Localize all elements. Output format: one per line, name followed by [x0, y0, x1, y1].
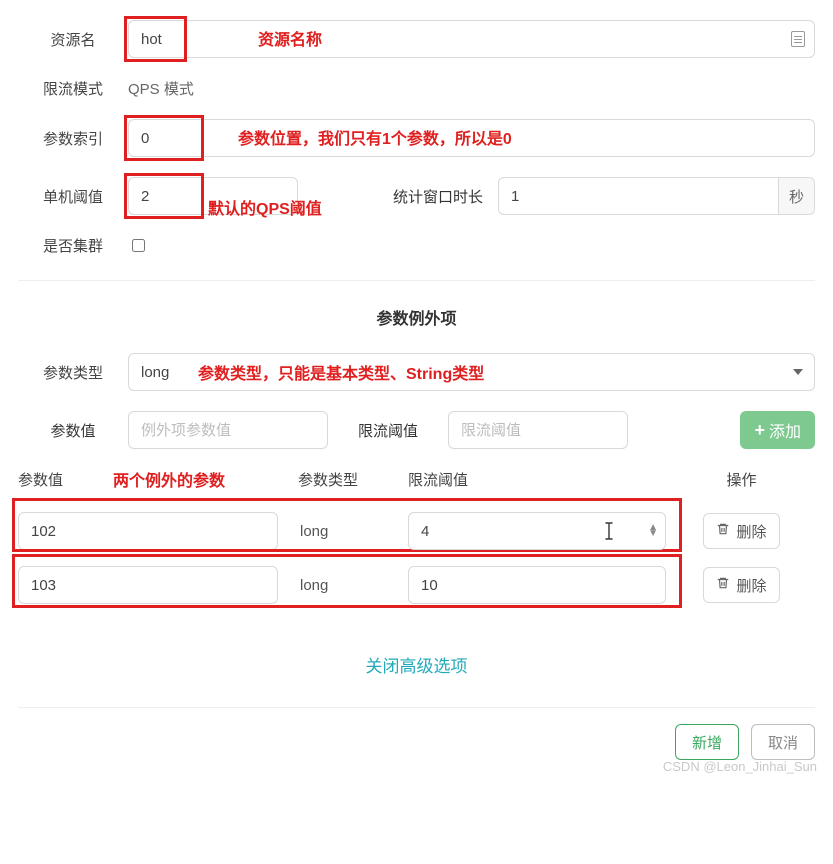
label-resource: 资源名 — [18, 29, 128, 50]
cancel-button[interactable]: 取消 — [751, 724, 815, 760]
row-limit-input[interactable] — [408, 512, 666, 550]
label-mode: 限流模式 — [18, 78, 128, 99]
add-button[interactable]: + 添加 — [740, 411, 815, 449]
annotation-text-threshold: 默认的QPS阈值 — [208, 195, 322, 219]
table-header: 参数值 参数类型 限流阈值 操作 两个例外的参数 — [18, 469, 815, 490]
trash-icon — [716, 522, 730, 540]
delete-button[interactable]: 删除 — [703, 567, 779, 603]
add-button-label: 添加 — [769, 418, 801, 442]
label-param-type: 参数类型 — [18, 362, 128, 383]
table-row: long ▲▼ 删除 — [18, 504, 815, 558]
label-limit-value: 限流阈值 — [338, 420, 438, 441]
resource-ctrl: 资源名称 — [128, 20, 815, 58]
annotation-text-type: 参数类型，只能是基本类型、String类型 — [198, 360, 484, 384]
window-input[interactable] — [498, 177, 779, 215]
row-type-text: long — [298, 577, 408, 594]
table-rows: long ▲▼ 删除 long ▲▼ — [18, 504, 815, 612]
row-add: 参数值 限流阈值 + 添加 — [18, 411, 815, 449]
annotation-text-index: 参数位置，我们只有1个参数，所以是0 — [238, 125, 512, 149]
row-mode: 限流模式 QPS 模式 — [18, 78, 815, 99]
cluster-ctrl — [128, 236, 815, 256]
row-threshold: 单机阈值 默认的QPS阈值 统计窗口时长 秒 — [18, 177, 815, 215]
watermark: CSDN @Leon_Jinhai_Sun — [663, 759, 817, 774]
row-param-index: 参数索引 参数位置，我们只有1个参数，所以是0 — [18, 119, 815, 157]
col-limit: 限流阈值 — [408, 469, 668, 490]
row-cluster: 是否集群 — [18, 235, 815, 256]
trash-icon — [716, 576, 730, 594]
mode-value: QPS 模式 — [128, 78, 815, 99]
row-type-text: long — [298, 523, 408, 540]
section-title-exception: 参数例外项 — [18, 305, 815, 329]
doc-icon — [791, 31, 805, 47]
text-cursor-icon — [602, 522, 616, 540]
cluster-checkbox[interactable] — [132, 239, 145, 252]
table-row: long ▲▼ 删除 — [18, 558, 815, 612]
limit-value-input[interactable] — [448, 411, 628, 449]
delete-button[interactable]: 删除 — [703, 513, 779, 549]
param-value-input[interactable] — [128, 411, 328, 449]
plus-icon: + — [754, 420, 765, 441]
row-limit-input[interactable] — [408, 566, 666, 604]
row-resource: 资源名 资源名称 — [18, 20, 815, 58]
label-threshold: 单机阈值 — [18, 186, 128, 207]
param-index-ctrl: 参数位置，我们只有1个参数，所以是0 — [128, 119, 815, 157]
delete-label: 删除 — [736, 521, 766, 542]
divider-1 — [18, 280, 815, 281]
label-cluster: 是否集群 — [18, 235, 128, 256]
toggle-advanced-link[interactable]: 关闭高级选项 — [366, 657, 468, 676]
annotation-text-rows: 两个例外的参数 — [113, 467, 225, 491]
bottom-bar: 新增 取消 — [18, 707, 815, 760]
window-unit: 秒 — [779, 177, 815, 215]
param-type-wrap: long 参数类型，只能是基本类型、String类型 — [128, 353, 815, 391]
annotation-text-resource: 资源名称 — [258, 26, 322, 50]
resource-input[interactable] — [128, 20, 815, 58]
col-param-type: 参数类型 — [298, 469, 408, 490]
toggle-advanced: 关闭高级选项 — [18, 652, 815, 677]
row-param-type: 参数类型 long 参数类型，只能是基本类型、String类型 — [18, 353, 815, 391]
delete-label: 删除 — [736, 575, 766, 596]
row-value-input[interactable] — [18, 512, 278, 550]
threshold-ctrl: 默认的QPS阈值 — [128, 177, 298, 215]
row-value-input[interactable] — [18, 566, 278, 604]
number-stepper[interactable]: ▲▼ — [648, 525, 658, 537]
label-param-index: 参数索引 — [18, 128, 128, 149]
label-window: 统计窗口时长 — [378, 186, 498, 207]
label-param-value: 参数值 — [18, 420, 128, 441]
col-op: 操作 — [668, 469, 815, 490]
submit-button[interactable]: 新增 — [675, 724, 739, 760]
